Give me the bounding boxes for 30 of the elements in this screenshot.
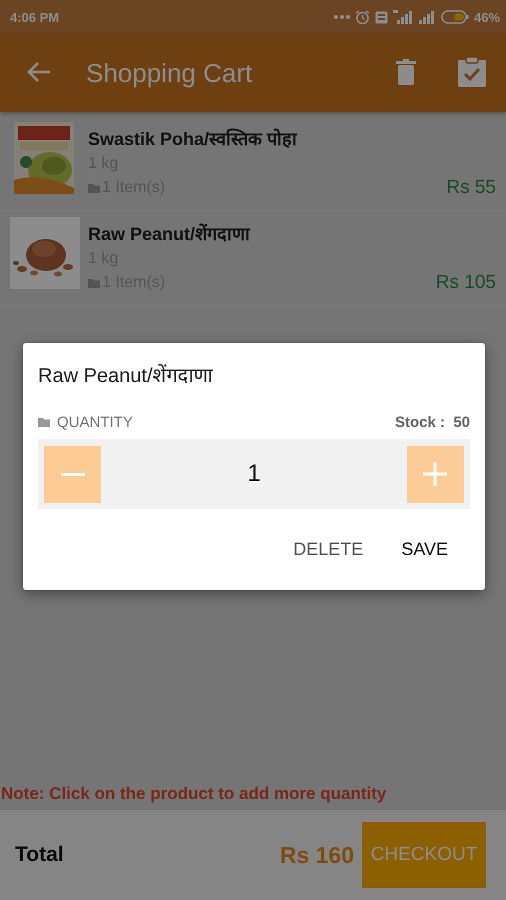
product-name: Swastik Poha/स्वस्तिक पोहा bbox=[88, 128, 298, 150]
signal-icon bbox=[392, 10, 413, 24]
volte-icon bbox=[374, 10, 388, 24]
status-time: 4:06 PM bbox=[10, 10, 60, 24]
decrement-button[interactable] bbox=[44, 446, 101, 502]
battery-icon bbox=[440, 10, 469, 24]
battery-percent: 46% bbox=[474, 10, 500, 24]
total-amount: Rs 160 bbox=[280, 842, 354, 868]
total-label: Total bbox=[15, 843, 65, 867]
folder-icon bbox=[38, 418, 50, 427]
clipboard-check-button[interactable] bbox=[458, 56, 486, 90]
product-price: Rs 105 bbox=[436, 272, 496, 294]
alarm-icon bbox=[354, 10, 370, 24]
plus-icon bbox=[423, 462, 448, 486]
dialog-title: Raw Peanut/शेंगदाणा bbox=[38, 363, 214, 388]
minus-icon bbox=[60, 472, 84, 476]
dialog-action-button[interactable]: SAVE bbox=[387, 531, 462, 568]
delete-button[interactable] bbox=[396, 58, 416, 88]
folder-icon bbox=[88, 184, 100, 192]
screen-title: Shopping Cart bbox=[86, 58, 254, 88]
stock-label: Stock : 50 bbox=[394, 414, 470, 431]
signal-icon bbox=[418, 10, 436, 24]
product-name: Raw Peanut/शेंगदाणा bbox=[88, 222, 252, 245]
quantity-value: 1 bbox=[247, 460, 261, 488]
increment-button[interactable] bbox=[406, 446, 464, 502]
quantity-label: QUANTITY bbox=[57, 414, 133, 431]
folder-icon bbox=[88, 278, 100, 288]
more-dots-icon bbox=[334, 14, 350, 20]
dialog-action-button[interactable]: DELETE bbox=[279, 531, 378, 568]
product-price: Rs 55 bbox=[446, 177, 496, 199]
